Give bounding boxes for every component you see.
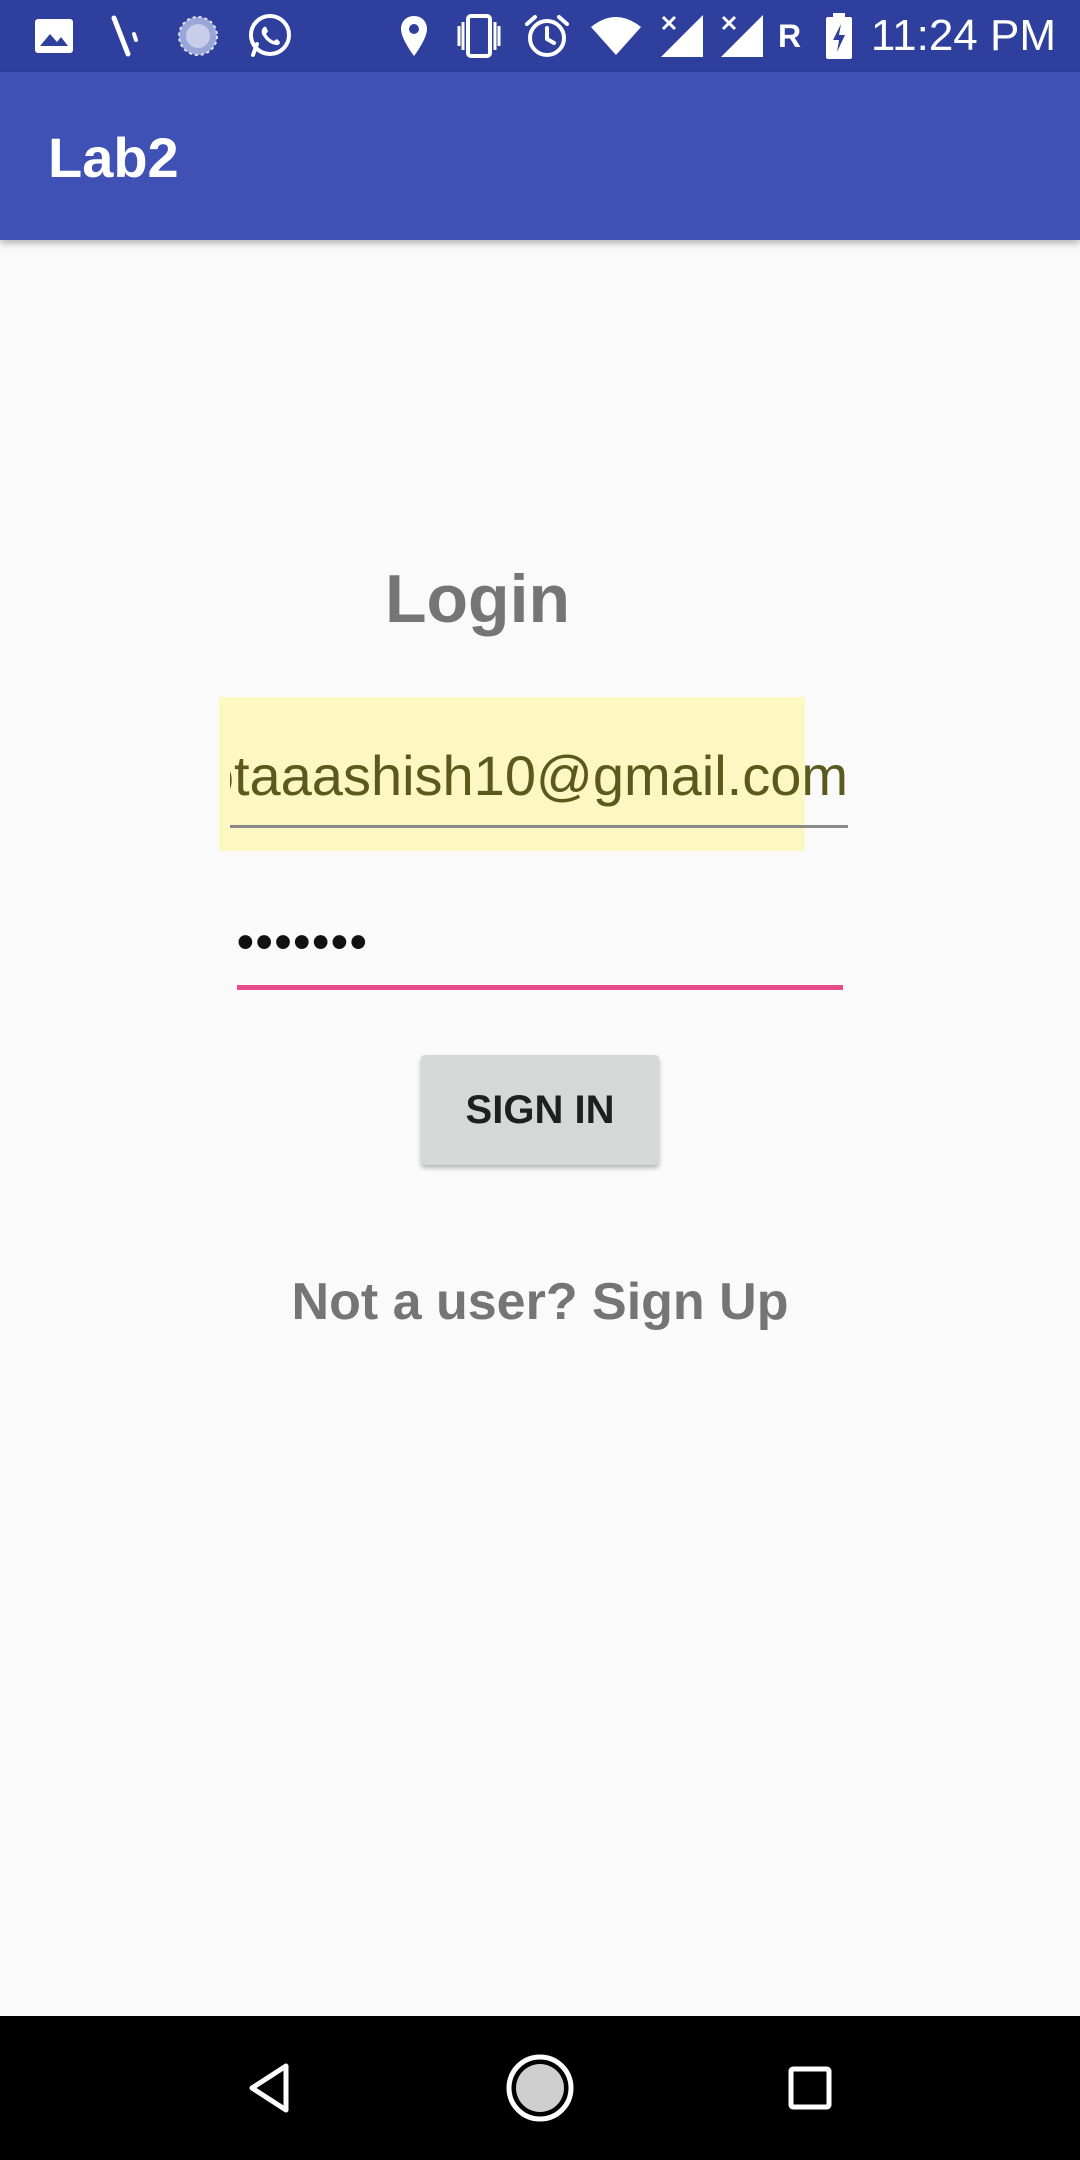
- email-field[interactable]: otaaashish10@gmail.com: [230, 735, 848, 828]
- roaming-indicator: R: [778, 18, 802, 54]
- signal-icon: [658, 10, 706, 62]
- battery-charging-icon: [822, 10, 856, 62]
- vibrate-icon: [452, 10, 506, 62]
- alarm-icon: [522, 10, 572, 62]
- app-bar: Lab2: [0, 72, 1080, 240]
- status-bar: R 11:24 PM: [0, 0, 1080, 72]
- password-input-value: •••••••: [237, 916, 369, 969]
- sign-in-button[interactable]: SIGN IN: [421, 1055, 659, 1165]
- recents-icon[interactable]: [768, 2046, 852, 2130]
- whatsapp-icon: [244, 10, 296, 62]
- email-input-value: otaaashish10@gmail.com: [230, 744, 848, 807]
- sync-icon: [174, 10, 222, 62]
- wifi-icon: [588, 10, 644, 62]
- home-icon[interactable]: [498, 2046, 582, 2130]
- signal-icon-2: [718, 10, 766, 62]
- navigation-bar: [0, 2016, 1080, 2160]
- login-screen: R 11:24 PM Lab2 Login otaaashish10@gmail…: [0, 0, 1080, 2160]
- sign-up-link[interactable]: Not a user? Sign Up: [0, 1272, 1080, 1332]
- app-title: Lab2: [48, 126, 179, 189]
- status-time: 11:24 PM: [870, 11, 1056, 60]
- back-icon[interactable]: [228, 2046, 312, 2130]
- gallery-icon: [32, 10, 76, 62]
- password-field[interactable]: •••••••: [237, 905, 843, 990]
- tools-icon: [104, 10, 148, 62]
- page-title: Login: [384, 561, 571, 637]
- location-icon: [396, 10, 432, 62]
